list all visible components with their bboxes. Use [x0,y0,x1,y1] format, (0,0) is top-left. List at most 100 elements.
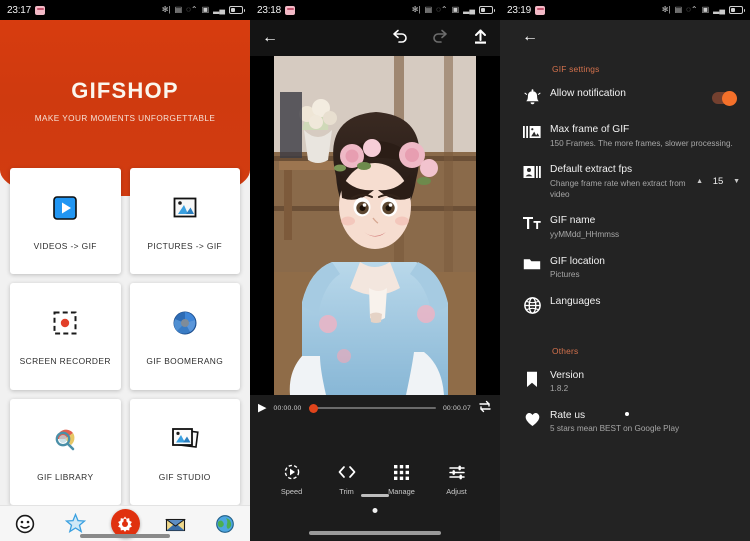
back-arrow-icon[interactable]: ← [262,30,278,46]
record-icon [48,306,82,340]
wifi-icon: ◌⌃ [186,6,197,14]
wifi-icon: ◌⌃ [436,6,447,14]
card-label: PICTURES -> GIF [147,241,222,251]
wifi-icon: ◌⌃ [686,6,697,14]
trim-icon [338,464,356,480]
status-bar-editor: 23:18 ✻| ▤ ◌⌃ ▣ ▂▄ [250,0,500,20]
battery-icon [229,6,243,14]
redo-icon[interactable] [432,29,449,47]
card-label: GIF LIBRARY [37,472,93,482]
card-gif-studio[interactable]: GIF STUDIO [130,399,241,505]
card-gif-boomerang[interactable]: GIF BOOMERANG [130,283,241,389]
search-library-icon [48,422,82,456]
row-title: Languages [550,295,734,309]
status-bar-home: 23:17 ✻| ▤ ◌⌃ ▣ ▂▄ [0,0,250,20]
panel-home-screen: 23:17 ✻| ▤ ◌⌃ ▣ ▂▄ GIFSHOP MAKE YOUR MOM… [0,0,250,541]
tool-trim[interactable]: Trim [319,464,374,496]
tool-adjust[interactable]: Adjust [429,464,484,496]
card-screen-recorder[interactable]: SCREEN RECORDER [10,283,121,389]
row-title: Rate us [550,409,734,423]
setting-row-gif-location[interactable]: GIF location Pictures [500,248,750,288]
row-subtitle: 5 stars mean BEST on Google Play [550,423,734,434]
setting-row-default-extract-fps[interactable]: Default extract fps Change frame rate wh… [500,156,750,207]
export-icon[interactable] [473,29,488,48]
row-title: Allow notification [550,87,706,101]
tool-speed[interactable]: Speed [264,464,319,496]
home-indicator [309,531,441,535]
settings-toolbar: ← [500,20,750,54]
row-body: Rate us 5 stars mean BEST on Google Play [550,409,740,435]
card-pictures-to-gif[interactable]: PICTURES -> GIF [130,168,241,274]
status-bar-right: ✻| ▤ ◌⌃ ▣ ▂▄ [412,6,493,14]
data-speed-icon: ▤ [175,6,183,14]
row-body: Languages [550,295,740,309]
tool-label: Speed [281,487,302,496]
status-bar-right: ✻| ▤ ◌⌃ ▣ ▂▄ [662,6,743,14]
page-title: GIFSHOP [0,78,250,104]
card-videos-to-gif[interactable]: VIDEOS -> GIF [10,168,121,274]
status-bar-left: 23:19 [507,5,545,16]
fps-stepper[interactable]: ▲ 15 ▼ [696,176,740,187]
screenshot-icon: ▣ [202,6,210,14]
emoji-tab[interactable] [10,509,40,539]
row-subtitle: Change frame rate when extract from vide… [550,178,690,201]
speed-icon [284,464,300,480]
row-subtitle: yyMMdd_HHmmss [550,229,734,240]
setting-row-max-frame[interactable]: Max frame of GIF 150 Frames. The more fr… [500,116,750,156]
tool-label: Adjust [446,487,467,496]
video-play-icon [48,191,82,225]
row-title: Default extract fps [550,163,690,177]
grid-icon [394,464,409,480]
setting-row-allow-notification[interactable]: Allow notification [500,80,750,116]
hero-subtitle: MAKE YOUR MOMENTS UNFORGETTABLE [0,114,250,123]
fps-icon [514,163,550,179]
signal-icon: ▂▄ [463,6,475,14]
stepper-down-icon[interactable]: ▼ [733,178,740,185]
frames-icon [514,123,550,139]
panel-gif-editor: 23:18 ✻| ▤ ◌⌃ ▣ ▂▄ ← [250,0,500,541]
current-time: 00:00.00 [273,405,301,412]
battery-icon [729,6,743,14]
status-bar-left: 23:17 [7,5,45,16]
back-arrow-icon[interactable]: ← [522,29,538,45]
aperture-icon [168,306,202,340]
tool-label: Manage [388,487,415,496]
setting-row-rate-us[interactable]: Rate us 5 stars mean BEST on Google Play [500,402,750,442]
play-icon[interactable]: ▶ [258,403,266,414]
row-title: Max frame of GIF [550,123,734,137]
setting-row-languages[interactable]: Languages [500,288,750,324]
allow-notification-toggle[interactable] [712,92,736,104]
tool-manage[interactable]: Manage [374,464,429,496]
globe-icon [514,295,550,314]
fps-value: 15 [712,176,724,187]
loop-icon[interactable] [478,400,492,416]
card-label: SCREEN RECORDER [20,356,111,366]
status-clock: 23:19 [507,5,531,16]
playback-timeline: ▶ 00:00.00 00:00.07 [250,395,500,421]
tool-label: Trim [339,487,354,496]
status-bar-settings: 23:19 ✻| ▤ ◌⌃ ▣ ▂▄ [500,0,750,20]
setting-row-gif-name[interactable]: GIF name yyMMdd_HHmmss [500,207,750,247]
card-gif-library[interactable]: GIF LIBRARY [10,399,121,505]
card-label: GIF BOOMERANG [146,356,223,366]
total-time: 00:00.07 [443,405,471,412]
undo-icon[interactable] [391,29,408,47]
preview-image [274,56,476,395]
stepper-up-icon[interactable]: ▲ [696,178,703,185]
row-subtitle: 1.8.2 [550,383,734,394]
section-heading-gif-settings: GIF settings [500,54,750,80]
page-indicator [361,494,389,497]
app-notification-icon [285,6,295,15]
tool-rotate[interactable]: Rot [484,464,500,496]
scrubber-handle[interactable] [309,404,318,413]
timeline-scrubber[interactable] [309,407,436,409]
battery-icon [479,6,493,14]
gif-preview-area[interactable] [250,56,500,395]
setting-row-version: Version 1.8.2 [500,362,750,402]
folder-icon [514,255,550,271]
feature-grid: VIDEOS -> GIF PICTURES -> GIF [0,168,250,505]
card-label: GIF STUDIO [159,472,211,482]
row-subtitle: 150 Frames. The more frames, slower proc… [550,138,734,149]
globe-tab[interactable] [210,509,240,539]
row-body: GIF name yyMMdd_HHmmss [550,214,740,240]
